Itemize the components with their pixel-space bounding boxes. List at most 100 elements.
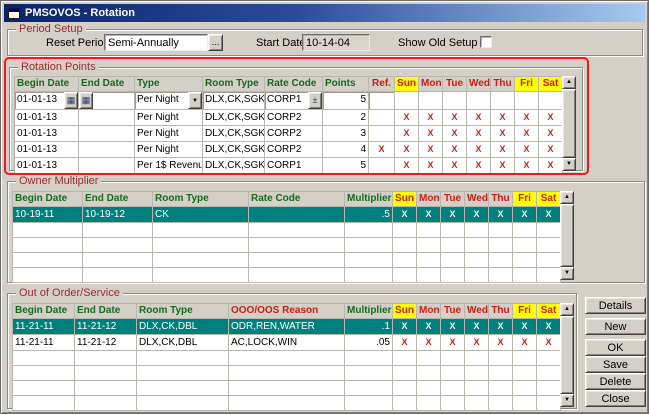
rotation-row[interactable]: 01-01-13Per NightDLX,CK,SGK,KCORP22XXXXX… [15, 110, 563, 126]
scroll-thumb[interactable] [560, 316, 574, 394]
cell-wed: X [467, 126, 491, 142]
room-type-input[interactable]: DLX,CK,SGK [203, 92, 264, 109]
cell-type: Per Night [135, 110, 203, 126]
rate-code-cell: CORP1± [265, 92, 323, 110]
rotation-row[interactable]: 01-01-13Per 1$ RevenuDLX,CK,SGK,KCORP15X… [15, 158, 563, 174]
day-cell-mon[interactable]: X [419, 92, 443, 110]
end-date-input[interactable] [93, 92, 134, 109]
window-title: PMSOVOS - Rotation [25, 7, 135, 19]
cell-mon: X [419, 126, 443, 142]
empty-cell [465, 351, 489, 366]
day-cell-wed[interactable]: X [467, 92, 491, 110]
col-mon: Mon [417, 304, 441, 319]
out-of-order-row[interactable]: 11-21-1111-21-12DLX,CK,DBLAC,LOCK,WIN.05… [13, 335, 561, 351]
lov-icon[interactable]: ± [308, 92, 322, 109]
cell-begin-date: 11-21-11 [13, 335, 75, 351]
col-sat: Sat [539, 77, 563, 92]
vertical-scrollbar[interactable]: ▲ ▼ [560, 191, 574, 280]
scroll-up-icon[interactable]: ▲ [560, 191, 574, 204]
empty-cell [345, 396, 393, 411]
empty-cell [13, 351, 75, 366]
col-wed: Wed [465, 192, 489, 207]
vertical-scrollbar[interactable]: ▲ ▼ [562, 76, 576, 171]
day-cell-fri[interactable]: X [515, 92, 539, 110]
empty-cell [417, 351, 441, 366]
scroll-down-icon[interactable]: ▼ [562, 158, 576, 171]
scroll-up-icon[interactable]: ▲ [560, 303, 574, 316]
vertical-scrollbar[interactable]: ▲ ▼ [560, 303, 574, 407]
col-wed: Wed [465, 304, 489, 319]
empty-cell [537, 396, 561, 411]
rate-code-input[interactable]: CORP1 [265, 92, 308, 109]
out-of-order-row[interactable]: 11-21-1111-21-12DLX,CK,DBLODR,REN,WATER.… [13, 319, 561, 335]
owner-multiplier-row[interactable]: 10-19-1110-19-12CK.5XXXXXXX [13, 207, 561, 223]
scroll-down-icon[interactable]: ▼ [560, 267, 574, 280]
cell-type: Per Night [135, 142, 203, 158]
empty-cell [75, 366, 137, 381]
col-begin-date: Begin Date [13, 192, 83, 207]
cell-sun: X [393, 335, 417, 351]
start-date-field[interactable]: 10-14-04 [302, 34, 370, 51]
col-end-date: End Date [83, 192, 153, 207]
rotation-edit-row[interactable]: 01-01-13▦ ▦ Per Night▼ DLX,CK,SGK CORP1±… [15, 92, 563, 110]
owner-multiplier-grid: Begin Date End Date Room Type Rate Code … [12, 191, 561, 283]
day-cell-sun[interactable]: X [395, 92, 419, 110]
rotation-dialog: PMSOVOS - Rotation Period Setup Reset Pe… [0, 0, 649, 414]
close-button[interactable]: Close [585, 390, 646, 407]
empty-cell [513, 366, 537, 381]
empty-cell [229, 396, 345, 411]
title-bar[interactable]: PMSOVOS - Rotation [4, 4, 645, 22]
col-sun: Sun [393, 304, 417, 319]
save-button[interactable]: Save [585, 356, 646, 373]
scroll-down-icon[interactable]: ▼ [560, 394, 574, 407]
empty-cell [513, 381, 537, 396]
scroll-up-icon[interactable]: ▲ [562, 76, 576, 89]
col-sat: Sat [537, 192, 561, 207]
day-cell-sat[interactable]: X [539, 92, 563, 110]
calendar-icon[interactable]: ▦ [79, 92, 93, 109]
empty-cell [75, 351, 137, 366]
empty-cell [513, 238, 537, 253]
rotation-row[interactable]: 01-01-13Per NightDLX,CK,SGK,KCORP24XXXXX… [15, 142, 563, 158]
cell-room-type: DLX,CK,SGK,K [203, 126, 265, 142]
points-input[interactable]: 5 [323, 92, 368, 109]
day-cell-thu[interactable]: X [491, 92, 515, 110]
cell-fri: X [513, 335, 537, 351]
new-button[interactable]: New [585, 318, 646, 335]
empty-cell [249, 238, 345, 253]
cell-fri: X [513, 319, 537, 335]
scroll-thumb[interactable] [562, 89, 576, 158]
empty-cell [417, 238, 441, 253]
empty-cell [537, 381, 561, 396]
grid-header-row: Begin Date End Date Room Type OOO/OOS Re… [13, 304, 561, 319]
day-cell-tue[interactable]: X [443, 92, 467, 110]
cell-end-date [79, 126, 135, 142]
empty-cell [489, 253, 513, 268]
cell-sun: X [395, 126, 419, 142]
details-button[interactable]: Details [585, 297, 646, 314]
col-sun: Sun [393, 192, 417, 207]
empty-cell [229, 366, 345, 381]
reset-period-browse-button[interactable]: ... [208, 34, 223, 51]
empty-cell [345, 351, 393, 366]
chevron-down-icon[interactable]: ▼ [188, 92, 202, 109]
cell-ref [369, 126, 395, 142]
cell-fri: X [515, 142, 539, 158]
show-old-setup-checkbox[interactable] [480, 36, 492, 48]
reset-period-field[interactable]: Semi-Annually [104, 34, 208, 51]
scroll-thumb[interactable] [560, 204, 574, 267]
rotation-row[interactable]: 01-01-13Per NightDLX,CK,SGK,KCORP23XXXXX… [15, 126, 563, 142]
delete-button[interactable]: Delete [585, 373, 646, 390]
type-select[interactable]: Per Night [135, 92, 188, 109]
empty-cell [393, 238, 417, 253]
empty-cell [513, 268, 537, 283]
ref-input[interactable] [369, 92, 394, 109]
empty-cell [537, 268, 561, 283]
begin-date-input[interactable]: 01-01-13 [15, 92, 64, 109]
grid-row-empty [13, 381, 561, 396]
calendar-icon[interactable]: ▦ [64, 92, 78, 109]
empty-cell [441, 238, 465, 253]
empty-cell [393, 253, 417, 268]
cell-points: 2 [323, 110, 369, 126]
ok-button[interactable]: OK [585, 339, 646, 356]
